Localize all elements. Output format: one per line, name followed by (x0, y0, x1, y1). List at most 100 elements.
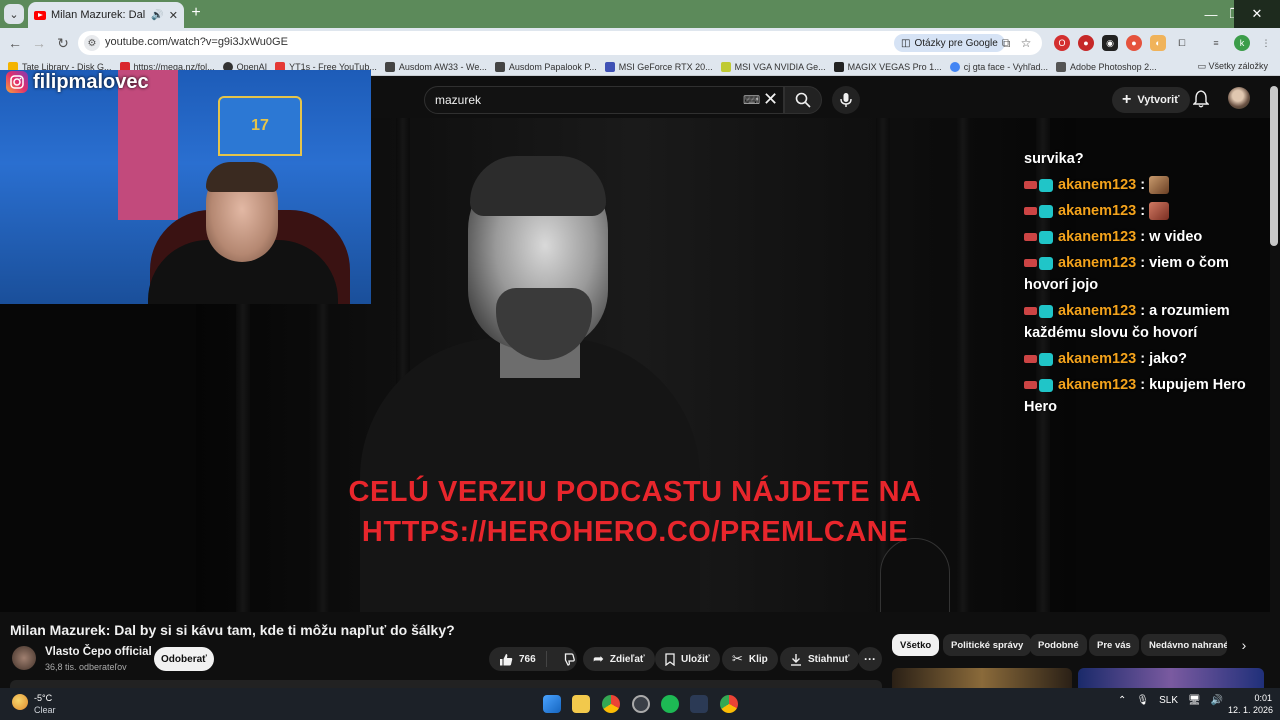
keyboard-icon[interactable]: ⌨ (743, 93, 760, 107)
back-button[interactable]: ← (4, 32, 26, 54)
spotify-icon[interactable] (661, 695, 679, 713)
site-info-icon[interactable]: ⚙ (84, 35, 100, 51)
microphone-icon[interactable]: 🎙 (1136, 695, 1149, 706)
sub-badge-icon (1024, 381, 1037, 390)
notifications-button[interactable] (1190, 88, 1212, 110)
chat-message: akanem123 : (1024, 174, 1274, 196)
start-icon[interactable] (543, 695, 561, 713)
reload-button[interactable]: ↻ (52, 32, 74, 54)
share-button[interactable]: ➦ Zdieľať (583, 647, 655, 671)
more-actions-button[interactable]: ··· (858, 647, 882, 671)
weather-icon[interactable] (12, 694, 28, 710)
tab-search-button[interactable]: ⌄ (4, 4, 24, 24)
tab-groups-icon[interactable]: ≡ (1208, 35, 1224, 51)
bookmark-item[interactable]: cj gta face - Vyhľad... (949, 61, 1048, 72)
chip-all[interactable]: Všetko (892, 634, 940, 656)
chip-political-news[interactable]: Politické správy (943, 634, 1032, 656)
save-button[interactable]: Uložiť (655, 647, 720, 671)
window-close-button[interactable]: ✕ (1234, 0, 1280, 28)
create-label: Vytvoriť (1137, 94, 1180, 106)
download-button[interactable]: Stiahnuť (780, 647, 860, 671)
gg-badge-icon (1039, 378, 1053, 392)
dislike-button[interactable] (553, 652, 583, 666)
video-promo-text: CELÚ VERZIU PODCASTU NÁJDETE NA (348, 476, 922, 508)
voice-search-button[interactable] (832, 86, 860, 114)
account-avatar[interactable] (1228, 87, 1250, 109)
adblock-extension-icon[interactable]: ● (1078, 35, 1094, 51)
chrome-icon[interactable] (720, 695, 738, 713)
msi-icon (720, 61, 731, 72)
chat-username: akanem123 (1058, 203, 1137, 219)
clear-search-icon[interactable]: ✕ (763, 89, 778, 110)
subscribe-button[interactable]: Odoberať (154, 647, 214, 671)
video-title: Milan Mazurek: Dal by si si kávu tam, kd… (10, 622, 455, 638)
search-input[interactable]: mazurek ⌨ ✕ (424, 86, 784, 114)
bookmark-item[interactable]: MSI GeForce RTX 20... (604, 61, 713, 72)
weather-temperature[interactable]: -5°C (34, 693, 52, 703)
search-button[interactable] (784, 86, 822, 114)
chip-recently-uploaded[interactable]: Nedávno nahrané (1141, 634, 1227, 656)
chat-username: akanem123 (1058, 255, 1137, 271)
search-icon (795, 92, 811, 108)
chat-username: akanem123 (1058, 303, 1137, 319)
like-dislike-group: 766 (489, 647, 577, 671)
clip-button[interactable]: ✂ Klip (722, 647, 778, 671)
share-icon: ➦ (593, 651, 604, 666)
bookmark-item[interactable]: MSI VGA NVIDIA Ge... (720, 61, 826, 72)
chat-text: w video (1149, 229, 1203, 245)
instagram-icon (6, 71, 28, 93)
chip-for-you[interactable]: Pre vás (1089, 634, 1139, 656)
description-box[interactable] (10, 680, 882, 688)
ausdom-icon (494, 61, 505, 72)
language-indicator[interactable]: SLK (1159, 695, 1178, 706)
active-tab[interactable]: Milan Mazurek: Dal by si s 🔊 ✕ (28, 2, 184, 28)
instagram-handle: filipmalovec (33, 70, 149, 93)
browser-menu-icon[interactable]: ⋮ (1258, 35, 1274, 51)
tab-strip: ⌄ Milan Mazurek: Dal by si s 🔊 ✕ + — ❐ ✕ (0, 0, 1280, 28)
honey-extension-icon[interactable]: ◐ (1150, 35, 1166, 51)
thumbs-up-icon (500, 653, 513, 665)
clock-time[interactable]: 0:01 (1242, 693, 1272, 703)
create-button[interactable]: + Vytvoriť (1112, 87, 1190, 113)
network-icon[interactable]: 🖥 (1188, 695, 1201, 706)
profile-avatar[interactable]: k (1234, 35, 1250, 51)
chevron-right-icon[interactable]: › (1236, 636, 1252, 654)
bookmark-item[interactable]: Adobe Photoshop 2... (1056, 61, 1157, 72)
extension-icon[interactable]: ◉ (1102, 35, 1118, 51)
app-icon[interactable] (690, 695, 708, 713)
bookmark-item[interactable]: Ausdom AW33 - We... (384, 61, 487, 72)
speaker-icon[interactable]: 🔊 (151, 10, 163, 21)
channel-avatar[interactable] (12, 646, 36, 670)
weather-condition[interactable]: Clear (34, 705, 56, 715)
forward-button[interactable]: → (28, 32, 50, 54)
recommended-thumbnail[interactable] (1078, 668, 1264, 688)
bookmark-item[interactable]: MAGIX VEGAS Pro 1... (833, 61, 942, 72)
install-app-icon[interactable]: ⧉ (998, 35, 1014, 51)
recommended-thumbnail[interactable] (892, 668, 1072, 688)
opera-extension-icon[interactable]: O (1054, 35, 1070, 51)
channel-name[interactable]: Vlasto Čepo official (45, 646, 152, 658)
extensions-puzzle-icon[interactable]: ⧠ (1174, 35, 1190, 51)
bookmark-item[interactable]: Ausdom Papalook P... (494, 61, 597, 72)
clock-date[interactable]: 12. 1. 2026 (1228, 705, 1273, 715)
url-text[interactable]: youtube.com/watch?v=g9i3JxWu0GE (105, 36, 288, 48)
chip-related[interactable]: Podobné (1030, 634, 1087, 656)
like-button[interactable]: 766 (489, 651, 547, 667)
gg-badge-icon (1039, 230, 1053, 244)
gg-badge-icon (1039, 256, 1053, 270)
chat-username: akanem123 (1058, 229, 1137, 245)
bookmark-star-icon[interactable]: ☆ (1018, 35, 1034, 51)
gg-badge-icon (1039, 304, 1053, 318)
new-tab-button[interactable]: + (188, 5, 204, 21)
search-query[interactable]: mazurek (435, 93, 481, 107)
volume-icon[interactable]: 🔊 (1211, 695, 1223, 706)
address-bar[interactable]: ⚙ youtube.com/watch?v=g9i3JxWu0GE ◫ Otáz… (78, 31, 1042, 55)
close-tab-icon[interactable]: ✕ (169, 9, 178, 22)
ask-google-button[interactable]: ◫ Otázky pre Google (894, 34, 1005, 52)
all-bookmarks-button[interactable]: ▭ Všetky záložky (1197, 61, 1268, 72)
chevron-up-icon[interactable]: ⌃ (1118, 695, 1126, 706)
chrome-icon[interactable] (602, 695, 620, 713)
record-extension-icon[interactable]: ● (1126, 35, 1142, 51)
obs-icon[interactable] (632, 695, 650, 713)
file-explorer-icon[interactable] (572, 695, 590, 713)
